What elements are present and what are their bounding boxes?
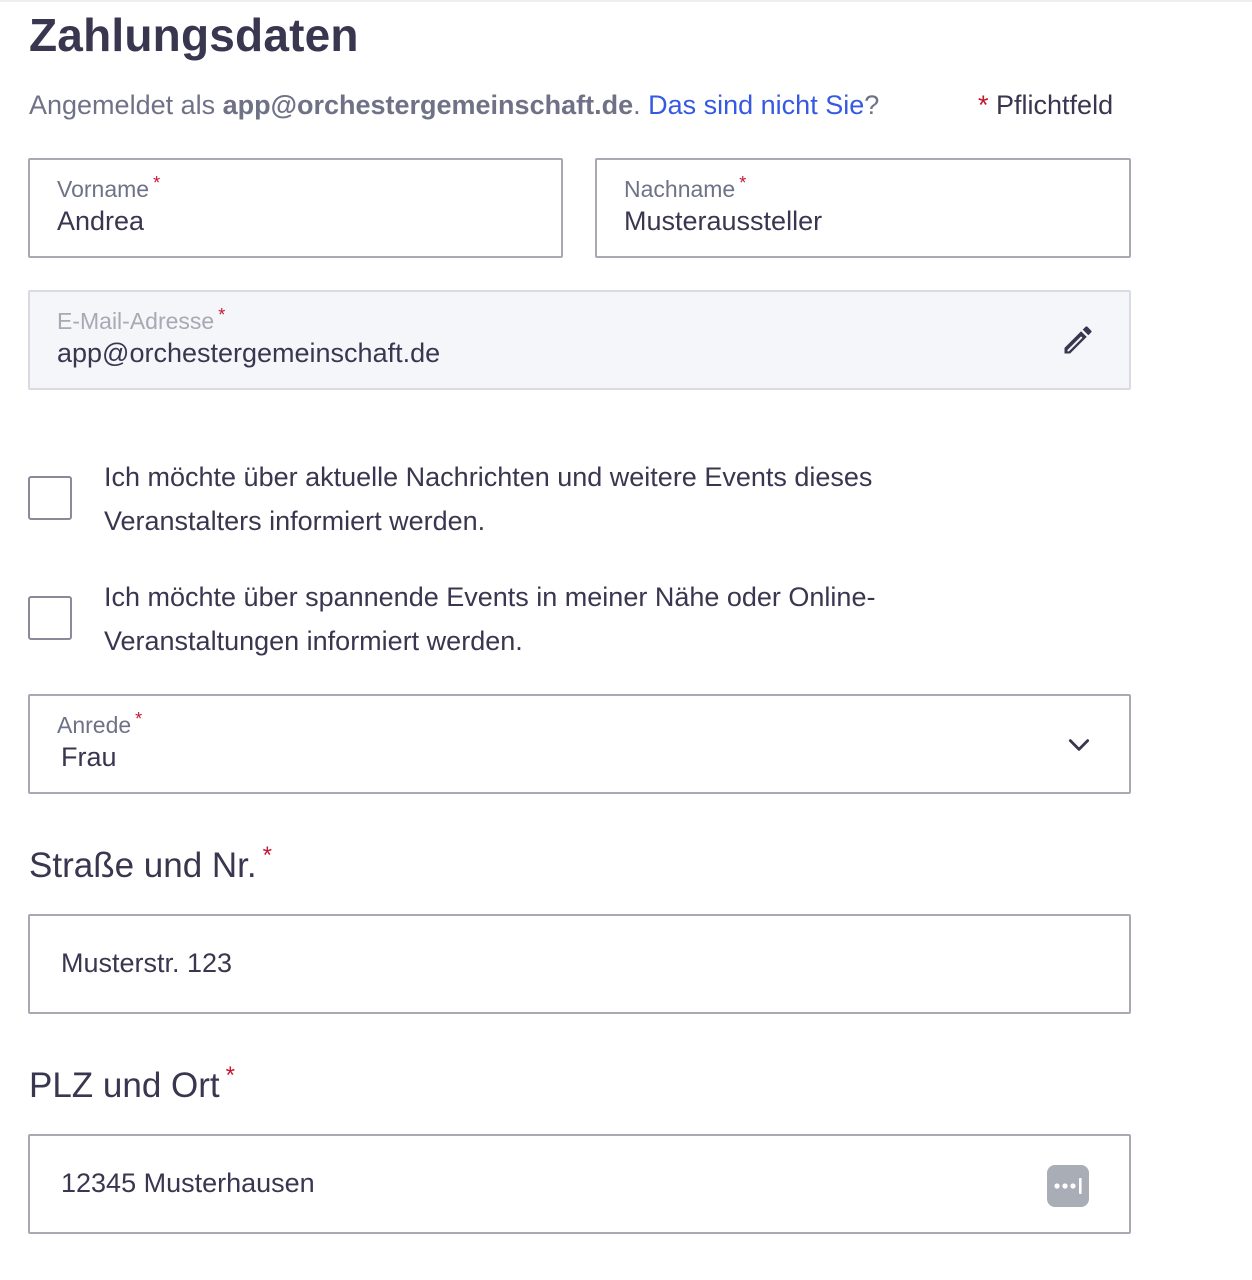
required-star: *	[218, 305, 226, 325]
required-star: *	[739, 173, 747, 193]
street-input[interactable]: Musterstr. 123	[61, 948, 232, 979]
organizer-news-checkbox[interactable]	[28, 476, 72, 520]
street-field[interactable]: Musterstr. 123	[28, 914, 1131, 1014]
first-name-input[interactable]: Andrea	[57, 206, 144, 237]
password-manager-icon[interactable]	[1046, 1164, 1090, 1213]
first-name-label: Vorname	[57, 176, 150, 202]
chevron-down-icon[interactable]	[1066, 732, 1092, 763]
nearby-events-checkbox-label[interactable]: Ich möchte über spannende Events in mein…	[104, 575, 964, 663]
pencil-icon[interactable]	[1060, 322, 1096, 363]
logged-in-info: Angemeldet als app@orchestergemeinschaft…	[29, 90, 880, 120]
email-value: app@orchestergemeinschaft.de	[57, 338, 441, 368]
last-name-input[interactable]: Musteraussteller	[624, 206, 822, 237]
required-star: *	[225, 1062, 235, 1089]
salutation-select[interactable]: Anrede * Frau	[28, 694, 1131, 794]
zip-city-input[interactable]: 12345 Musterhausen	[61, 1168, 315, 1199]
page-title: Zahlungsdaten	[29, 9, 359, 61]
last-name-label: Nachname	[624, 176, 736, 202]
required-star: *	[978, 90, 989, 120]
logged-in-prefix: Angemeldet als	[29, 90, 216, 120]
not-you-link[interactable]: Das sind nicht Sie	[648, 90, 864, 120]
nearby-events-checkbox[interactable]	[28, 596, 72, 640]
required-field-note: * Pflichtfeld	[978, 90, 1113, 121]
email-label: E-Mail-Adresse	[57, 308, 215, 334]
salutation-value: Frau	[61, 742, 117, 772]
zip-city-label: PLZ und Ort	[29, 1066, 220, 1105]
organizer-news-checkbox-label[interactable]: Ich möchte über aktuelle Nachrichten und…	[104, 455, 964, 543]
logged-in-email: app@orchestergemeinschaft.de	[222, 90, 634, 120]
top-divider	[0, 0, 1252, 2]
required-star: *	[153, 173, 161, 193]
required-star: *	[135, 709, 143, 729]
zip-city-field[interactable]: 12345 Musterhausen	[28, 1134, 1131, 1234]
street-label: Straße und Nr.	[29, 846, 257, 885]
last-name-field[interactable]: Nachname * Musteraussteller	[595, 158, 1131, 258]
required-star: *	[262, 842, 272, 869]
email-field: E-Mail-Adresse * app@orchestergemeinschaf…	[28, 290, 1131, 390]
salutation-label: Anrede	[57, 712, 132, 738]
required-label: Pflichtfeld	[996, 90, 1114, 120]
first-name-field[interactable]: Vorname * Andrea	[28, 158, 563, 258]
